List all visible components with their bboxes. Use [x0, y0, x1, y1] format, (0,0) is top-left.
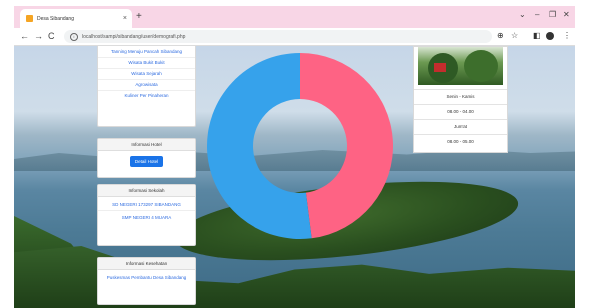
reload-icon[interactable]: C: [48, 30, 55, 42]
window-frame-right: [575, 0, 589, 308]
school-link[interactable]: SD NEGERI 173297 SIBANDANG: [98, 197, 195, 211]
schedule-row: Senin - Kamis: [414, 89, 507, 103]
school-link[interactable]: SMP NEGERI 4 MUARA: [98, 211, 195, 223]
browser-tab[interactable]: Desa Sibandang ×: [20, 9, 132, 28]
site-info-icon[interactable]: i: [70, 32, 78, 41]
new-tab-button[interactable]: +: [136, 11, 142, 23]
restore-icon[interactable]: ❐: [549, 10, 556, 19]
profile-avatar[interactable]: [546, 32, 554, 40]
village-office-photo: [418, 47, 503, 85]
tourism-link[interactable]: Kuliner Per Pinaheran: [98, 91, 195, 101]
office-hours-panel: Senin - Kamis 08.00 - 04.00 Jum'at 08.00…: [413, 46, 508, 153]
photo-sign: [434, 63, 446, 72]
tourism-link[interactable]: Wisata Bukit Bukit: [98, 58, 195, 69]
tourism-link[interactable]: Agrowisata: [98, 80, 195, 91]
schedule-row: Jum'at: [414, 119, 507, 133]
health-info-panel: Informasi Kesehatan Puskesmas Pembantu D…: [97, 257, 196, 305]
bookmark-star-icon[interactable]: ☆: [511, 31, 518, 41]
school-info-panel: Informasi Sekolah SD NEGERI 173297 SIBAN…: [97, 184, 196, 246]
school-panel-header: Informasi Sekolah: [98, 185, 195, 197]
donut-slice-1[interactable]: [207, 53, 312, 239]
demographic-donut-chart: [207, 53, 393, 239]
hotel-info-panel: Informasi Hotel Detail Hotel: [97, 138, 196, 178]
hotel-panel-header: Informasi Hotel: [98, 139, 195, 151]
detail-hotel-button[interactable]: Detail Hotel: [130, 156, 163, 167]
forward-icon[interactable]: →: [34, 30, 43, 42]
tab-close-icon[interactable]: ×: [123, 15, 127, 22]
url-field[interactable]: i localhost/sampi/sibandang/user/demogra…: [64, 30, 492, 43]
back-icon[interactable]: ←: [20, 30, 29, 42]
tab-search-icon[interactable]: ⌄: [519, 10, 526, 19]
schedule-row: 08.00 - 05.00: [414, 134, 507, 148]
tab-strip: Desa Sibandang × + ⌄ – ❐ ✕: [14, 6, 575, 28]
browser-window: Desa Sibandang × + ⌄ – ❐ ✕ ← → C i local…: [14, 6, 575, 308]
address-bar: ← → C i localhost/sampi/sibandang/user/d…: [14, 28, 575, 46]
donut-slice-0[interactable]: [300, 53, 393, 239]
health-panel-header: Informasi Kesehatan: [98, 258, 195, 270]
favicon-icon: [26, 15, 33, 22]
minimize-icon[interactable]: –: [535, 10, 539, 19]
tourism-link[interactable]: Tanning Menuju Pancah Sibandang: [98, 46, 195, 58]
tourism-links-panel: Tanning Menuju Pancah Sibandang Wisata B…: [97, 46, 196, 127]
window-frame-left: [0, 0, 14, 308]
page-content: Tanning Menuju Pancah Sibandang Wisata B…: [14, 46, 575, 308]
photo-tree: [464, 50, 498, 82]
close-window-icon[interactable]: ✕: [563, 10, 570, 19]
browser-menu-icon[interactable]: ⋮: [563, 31, 571, 41]
side-panel-icon[interactable]: ◧: [533, 31, 541, 41]
schedule-row: 08.00 - 04.00: [414, 104, 507, 118]
url-text[interactable]: localhost/sampi/sibandang/user/demografi…: [82, 34, 492, 40]
tourism-link[interactable]: Wisata Sejarah: [98, 69, 195, 80]
health-link[interactable]: Puskesmas Pembantu Desa Sibandang: [98, 270, 195, 283]
tab-title: Desa Sibandang: [37, 15, 74, 22]
zoom-icon[interactable]: ⊕: [497, 31, 504, 41]
